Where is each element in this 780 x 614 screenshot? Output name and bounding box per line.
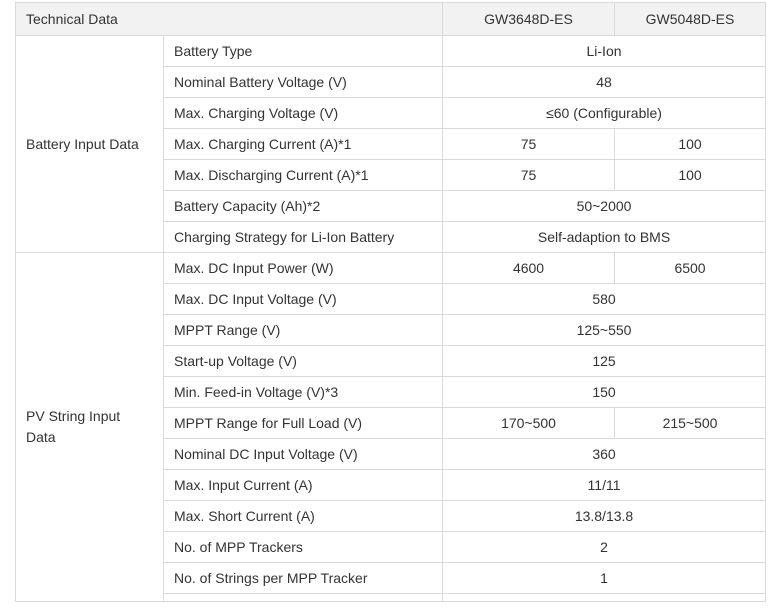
row-value: 11/11 bbox=[442, 469, 767, 501]
row-label: Max. Discharging Current (A)*1 bbox=[162, 159, 444, 191]
row-value: 580 bbox=[442, 283, 767, 315]
row-label: No. of Strings per MPP Tracker bbox=[162, 562, 444, 594]
row-label: Min. Feed-in Voltage (V)*3 bbox=[162, 376, 444, 408]
header-model-1: GW3648D-ES bbox=[442, 2, 616, 36]
technical-data-table: Technical Data GW3648D-ES GW5048D-ES Bat… bbox=[14, 2, 767, 602]
row-value-model-2: 100 bbox=[614, 159, 767, 191]
row-value: 125~550 bbox=[442, 314, 767, 346]
table-row: PV String Input Data Max. DC Input Power… bbox=[15, 252, 767, 602]
row-value: 13.8/13.8 bbox=[442, 500, 767, 532]
row-label: Max. Charging Current (A)*1 bbox=[162, 128, 444, 160]
row-value: 360 bbox=[442, 438, 767, 470]
row-value bbox=[442, 593, 767, 602]
row-label: Battery Capacity (Ah)*2 bbox=[162, 190, 444, 222]
row-label: Max. DC Input Voltage (V) bbox=[162, 283, 444, 315]
row-label: MPPT Range (V) bbox=[162, 314, 444, 346]
row-label: MPPT Range for Full Load (V) bbox=[162, 407, 444, 439]
row-value: 50~2000 bbox=[442, 190, 767, 222]
row-label: Max. DC Input Power (W) bbox=[162, 252, 444, 284]
row-value-model-1: 75 bbox=[442, 159, 616, 191]
row-label bbox=[162, 593, 444, 602]
row-value: 2 bbox=[442, 531, 767, 563]
row-value: 48 bbox=[442, 66, 767, 98]
table-row: Battery Input Data Battery Type Li-Ion bbox=[15, 35, 767, 253]
row-label: No. of MPP Trackers bbox=[162, 531, 444, 563]
row-label: Nominal Battery Voltage (V) bbox=[162, 66, 444, 98]
row-label: Charging Strategy for Li-Ion Battery bbox=[162, 221, 444, 253]
group-label-pv: PV String Input Data bbox=[15, 252, 164, 602]
row-label: Max. Charging Voltage (V) bbox=[162, 97, 444, 129]
header-model-2: GW5048D-ES bbox=[614, 2, 767, 36]
row-value: Li-Ion bbox=[442, 35, 767, 67]
row-value: 125 bbox=[442, 345, 767, 377]
row-label: Battery Type bbox=[162, 35, 444, 67]
header-title: Technical Data bbox=[14, 2, 444, 36]
row-value-model-1: 75 bbox=[442, 128, 616, 160]
row-label: Max. Input Current (A) bbox=[162, 469, 444, 501]
row-value-model-2: 6500 bbox=[614, 252, 767, 284]
row-label: Nominal DC Input Voltage (V) bbox=[162, 438, 444, 470]
row-label: Start-up Voltage (V) bbox=[162, 345, 444, 377]
row-value: 1 bbox=[442, 562, 767, 594]
row-value-model-1: 170~500 bbox=[442, 407, 616, 439]
row-label: Max. Short Current (A) bbox=[162, 500, 444, 532]
row-value: 150 bbox=[442, 376, 767, 408]
row-value-model-2: 215~500 bbox=[614, 407, 767, 439]
row-value-model-2: 100 bbox=[614, 128, 767, 160]
table-header-row: Technical Data GW3648D-ES GW5048D-ES bbox=[14, 2, 767, 36]
row-value: Self-adaption to BMS bbox=[442, 221, 767, 253]
row-value: ≤60 (Configurable) bbox=[442, 97, 767, 129]
group-label-battery: Battery Input Data bbox=[15, 35, 164, 253]
row-value-model-1: 4600 bbox=[442, 252, 616, 284]
